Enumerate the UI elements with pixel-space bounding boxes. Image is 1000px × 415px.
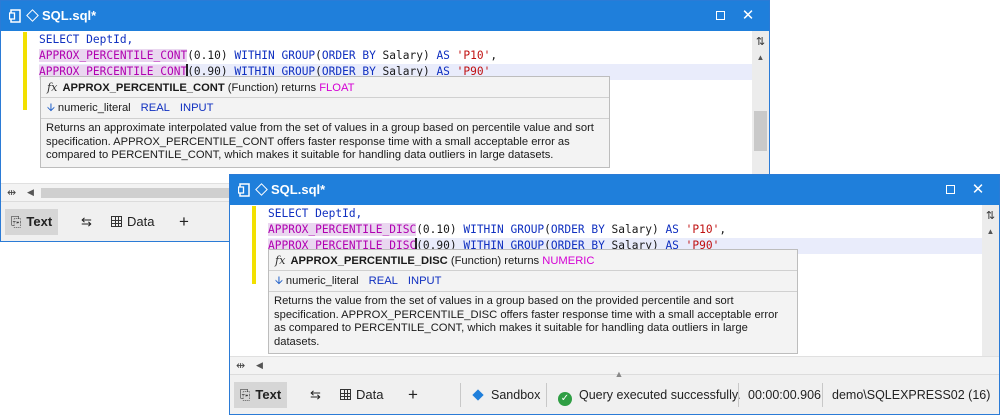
tooltip-description: Returns an approximate interpolated valu…	[46, 122, 594, 161]
code-area[interactable]: SELECT DeptId, APPROX_PERCENTILE_CONT(0.…	[39, 32, 752, 80]
collapse-icon[interactable]: ▲	[615, 369, 624, 379]
environment-badge[interactable]: Sandbox	[472, 382, 540, 408]
grid-icon	[111, 216, 122, 227]
tab-data[interactable]: Data	[334, 382, 389, 408]
tab-text[interactable]: ⎘ Text	[234, 382, 288, 408]
function-name: APPROX_PERCENTILE_DISC	[268, 223, 417, 236]
tooltip-signature: fx APPROX_PERCENTILE_CONT (Function) retu…	[41, 77, 609, 98]
close-button[interactable]: ✕	[969, 181, 987, 199]
elapsed-time: 00:00:00.906	[748, 388, 821, 402]
diamond-icon	[26, 9, 39, 22]
scroll-up-icon[interactable]: ▲	[755, 53, 766, 62]
divider	[460, 383, 461, 407]
close-button[interactable]: ✕	[739, 7, 757, 25]
code-line: APPROX_PERCENTILE_CONT(0.10) WITHIN GROU…	[39, 49, 498, 62]
maximize-button[interactable]	[711, 7, 729, 25]
text-tab-icon: ⎘	[240, 387, 251, 402]
function-icon: fx	[47, 81, 58, 94]
change-marker	[252, 206, 256, 284]
status-message: ✓ Query executed successfully.	[558, 382, 741, 408]
code-line: SELECT DeptId,	[39, 33, 134, 46]
code-line: SELECT DeptId,	[268, 207, 363, 220]
title-bar[interactable]: SQL.sql* ✕	[1, 1, 769, 31]
code-area[interactable]: SELECT DeptId, APPROX_PERCENTILE_DISC(0.…	[268, 206, 982, 254]
split-icon[interactable]: ⇹	[236, 359, 245, 372]
divider	[738, 383, 739, 407]
grid-icon	[340, 389, 351, 400]
maximize-button[interactable]	[941, 181, 959, 199]
swap-button[interactable]: ⇆	[75, 209, 103, 235]
maximize-icon	[945, 185, 955, 194]
connection-info[interactable]: demo\SQLEXPRESS02 (16)	[832, 382, 990, 408]
code-editor[interactable]: SELECT DeptId, APPROX_PERCENTILE_CONT(0.…	[1, 31, 752, 183]
vertical-scrollbar[interactable]: ⇅ ▲	[752, 31, 769, 183]
input-arrow-icon: 🡫	[275, 275, 283, 287]
vertical-scrollbar[interactable]: ⇅ ▲	[982, 205, 999, 356]
scroll-left-icon[interactable]: ◀	[256, 360, 263, 371]
scroll-thumb[interactable]	[754, 111, 767, 151]
function-tooltip: fx APPROX_PERCENTILE_DISC (Function) retu…	[268, 249, 798, 354]
split-icon[interactable]: ⇹	[7, 186, 16, 199]
tooltip-description: Returns the value from the set of values…	[274, 295, 779, 348]
tooltip-parameter: 🡫 numeric_literal REAL INPUT	[269, 271, 797, 292]
text-tab-icon: ⎘	[11, 214, 22, 229]
bottom-toolbar: ▲ ⎘ Text ⇆ Data + Sandbox ✓ Query executed…	[230, 369, 999, 414]
split-icon[interactable]: ⇅	[755, 35, 766, 48]
scroll-up-icon[interactable]: ▲	[985, 227, 996, 236]
scroll-corner	[982, 356, 999, 374]
function-tooltip: fx APPROX_PERCENTILE_CONT (Function) retu…	[40, 76, 610, 168]
tooltip-parameter: 🡫 numeric_literal REAL INPUT	[41, 98, 609, 119]
window-title: SQL.sql*	[42, 8, 97, 23]
split-icon[interactable]: ⇅	[985, 209, 996, 222]
divider	[546, 383, 547, 407]
divider	[822, 383, 823, 407]
swap-icon: ⇆	[81, 214, 92, 229]
code-line: APPROX_PERCENTILE_DISC(0.10) WITHIN GROU…	[268, 223, 727, 236]
code-editor[interactable]: SELECT DeptId, APPROX_PERCENTILE_DISC(0.…	[230, 205, 982, 356]
check-circle-icon: ✓	[558, 392, 572, 406]
tooltip-signature: fx APPROX_PERCENTILE_DISC (Function) retu…	[269, 250, 797, 271]
swap-icon: ⇆	[310, 387, 321, 402]
sql-editor-window-disc: SQL.sql* ✕ SELECT DeptId, APPROX_PERCENT…	[229, 174, 1000, 415]
horizontal-scrollbar[interactable]: ⇹ ◀	[230, 356, 982, 374]
tab-text[interactable]: ⎘ Text	[5, 209, 59, 235]
input-arrow-icon: 🡫	[47, 102, 55, 114]
diamond-icon	[255, 183, 268, 196]
function-name: APPROX_PERCENTILE_CONT	[39, 49, 188, 62]
tab-data[interactable]: Data	[105, 209, 160, 235]
swap-button[interactable]: ⇆	[304, 382, 332, 408]
diamond-icon	[472, 389, 484, 401]
function-icon: fx	[275, 254, 286, 267]
document-icon	[238, 183, 250, 197]
scroll-left-icon[interactable]: ◀	[27, 187, 34, 198]
window-title: SQL.sql*	[271, 182, 326, 197]
document-icon	[9, 9, 21, 23]
add-tab-button[interactable]: +	[402, 382, 424, 408]
add-tab-button[interactable]: +	[173, 209, 195, 235]
maximize-icon	[715, 11, 725, 20]
change-marker	[23, 32, 27, 110]
title-bar[interactable]: SQL.sql* ✕	[230, 175, 999, 205]
